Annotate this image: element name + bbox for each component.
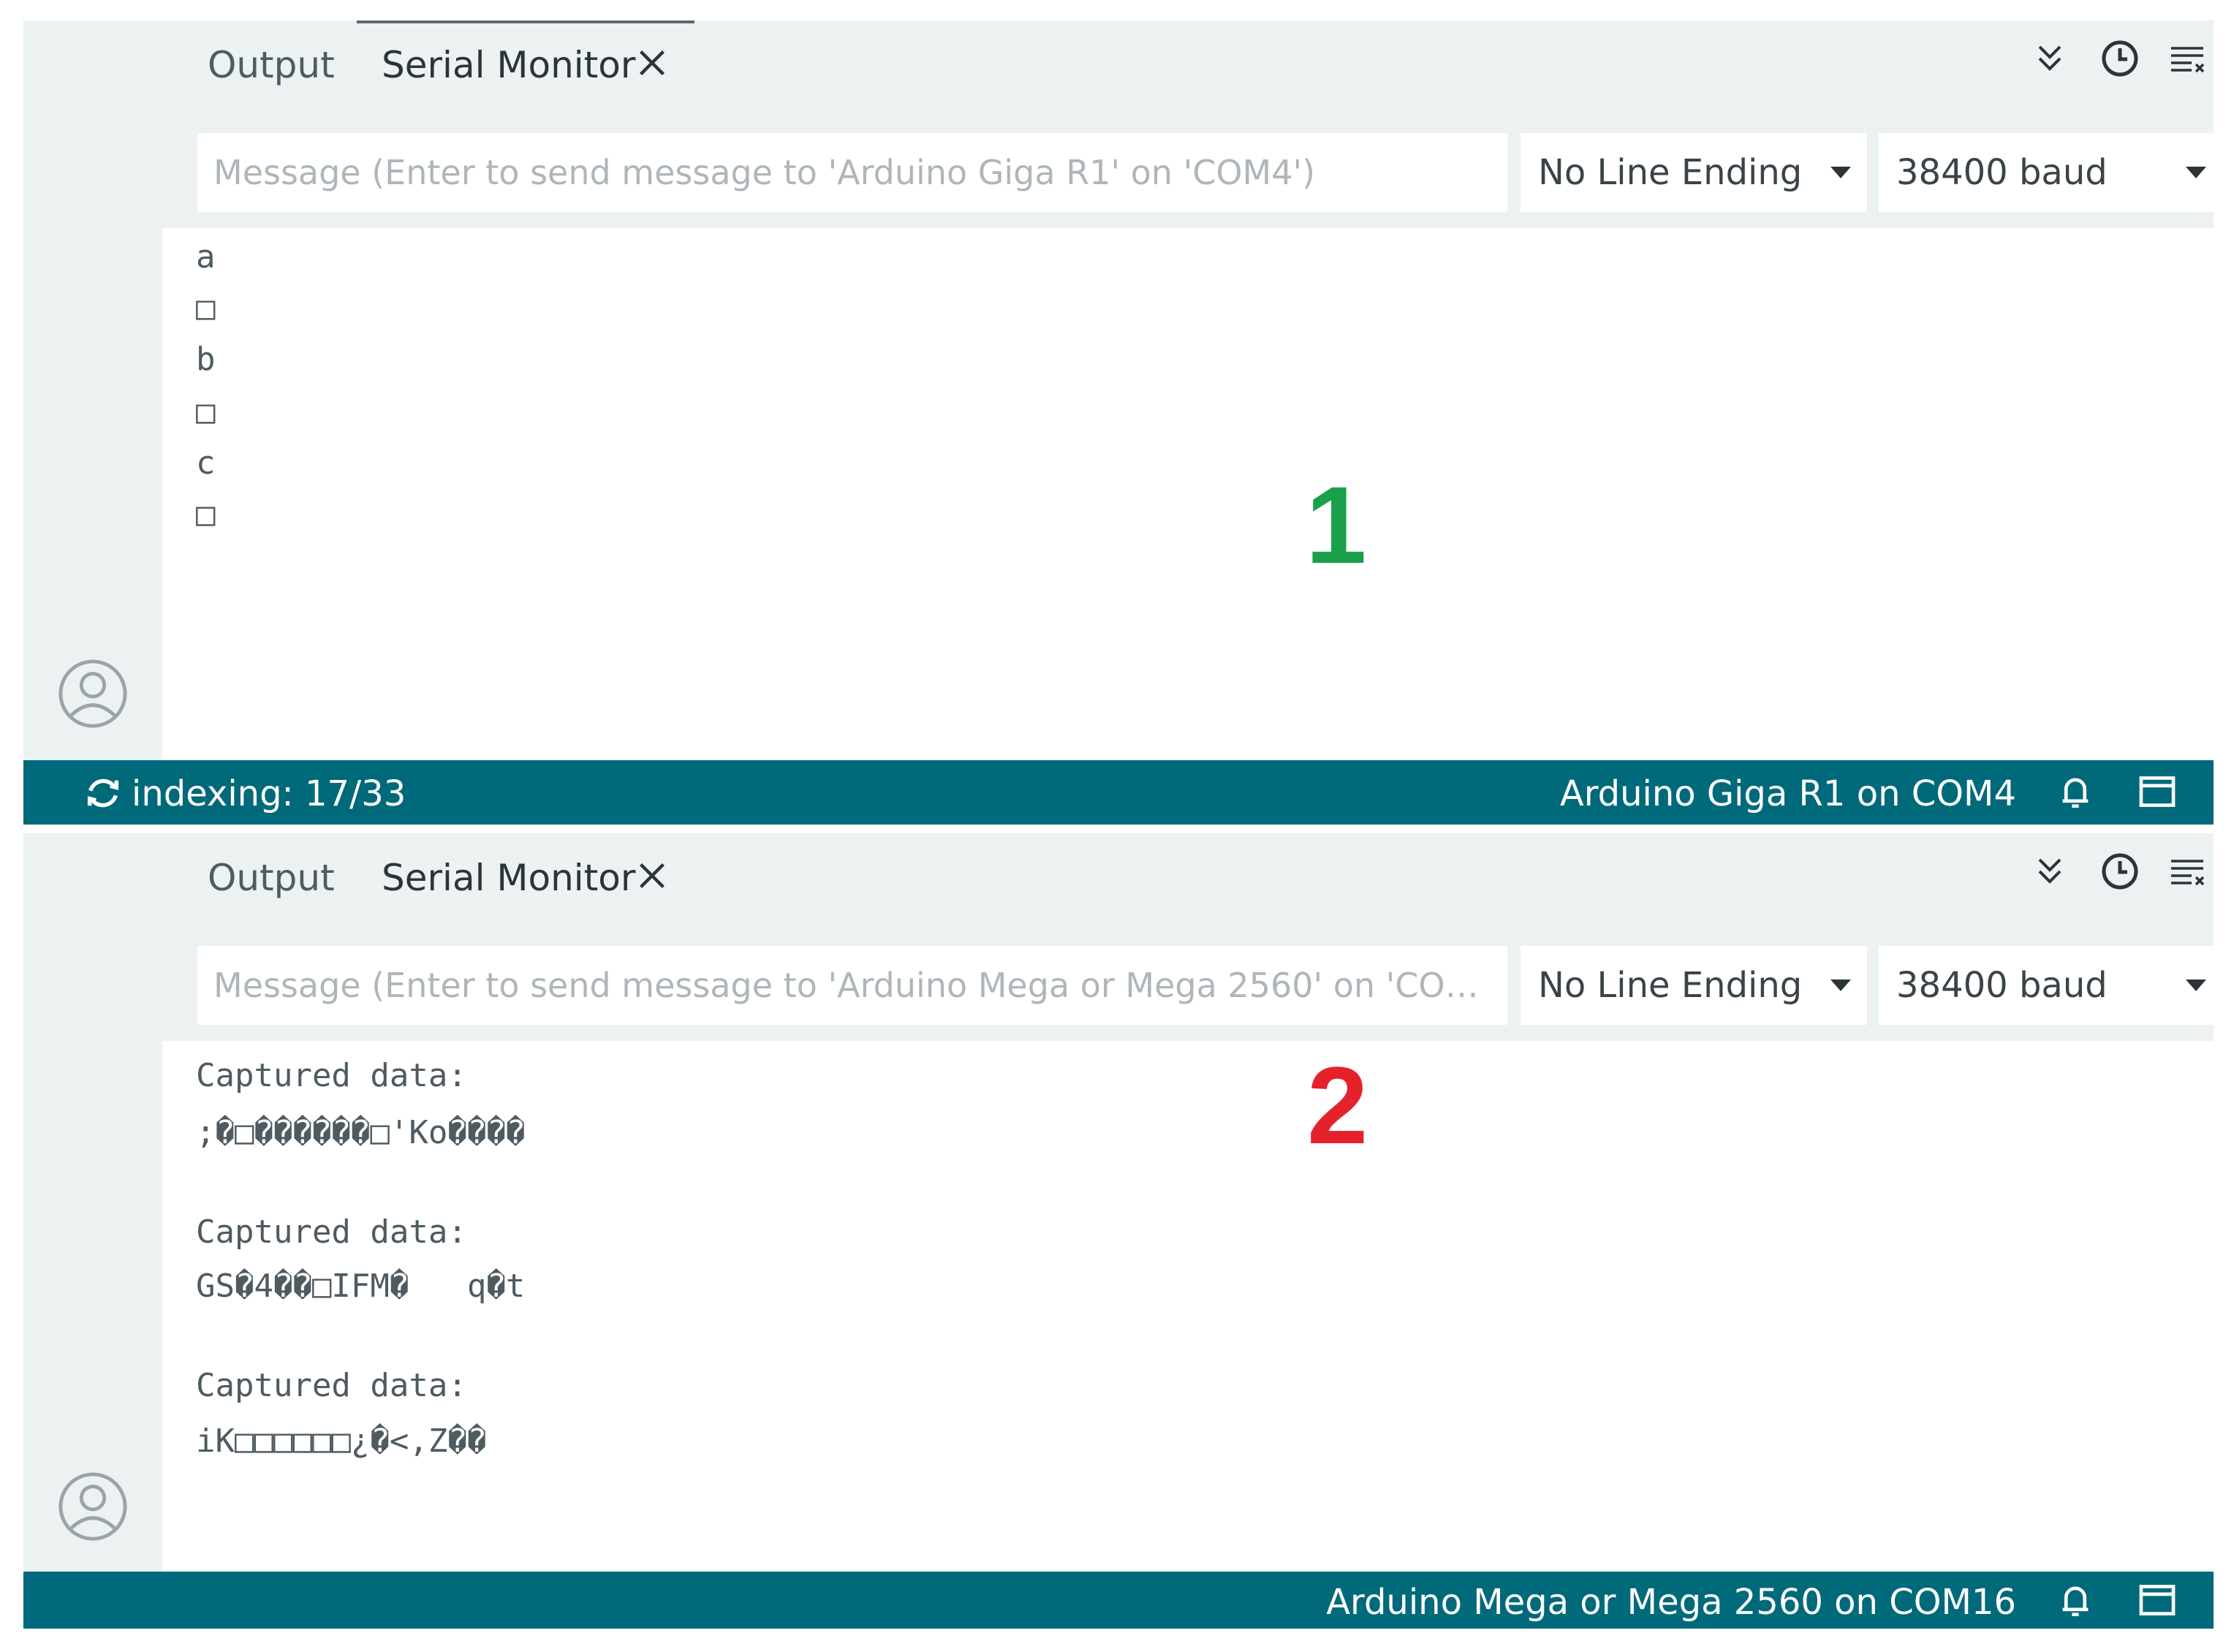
baud-rate-value: 38400 baud: [1896, 965, 2108, 1006]
clear-output-icon[interactable]: [2165, 37, 2209, 80]
panel-layout-icon[interactable]: [2136, 770, 2178, 813]
baud-rate-select[interactable]: 38400 baud: [1879, 946, 2222, 1025]
close-icon[interactable]: [636, 860, 668, 892]
serial-output[interactable]: a □ b □ c □ 1: [162, 228, 2214, 770]
tab-output[interactable]: Output: [208, 857, 335, 899]
message-input[interactable]: Message (Enter to send message to 'Ardui…: [197, 946, 1507, 1025]
output-line: □: [196, 393, 216, 431]
chevron-down-icon: [2186, 167, 2206, 178]
message-input[interactable]: Message (Enter to send message to 'Ardui…: [197, 133, 1507, 212]
message-row: Message (Enter to send message to 'Ardui…: [162, 108, 2222, 228]
annotation-label-1: 1: [1306, 463, 1367, 586]
timestamp-clock-icon[interactable]: [2098, 849, 2142, 893]
output-line: Captured data:: [196, 1213, 467, 1251]
scroll-down-icon[interactable]: [2028, 849, 2072, 893]
active-tab-indicator: [357, 20, 694, 23]
output-line: GS�4��□IFM� q�t: [196, 1268, 526, 1305]
board-port-status[interactable]: Arduino Mega or Mega 2560 on COM16: [1326, 1582, 2016, 1623]
serial-output[interactable]: Captured data: ;�□������□'Ko���� Capture…: [162, 1041, 2214, 1575]
sync-icon: [87, 778, 119, 808]
scroll-down-icon[interactable]: [2028, 37, 2072, 80]
chevron-down-icon: [1830, 167, 1851, 178]
activity-gutter: [23, 20, 162, 770]
clear-output-icon[interactable]: [2165, 849, 2209, 893]
output-line: □: [196, 496, 216, 533]
output-line: Captured data:: [196, 1367, 467, 1404]
chevron-down-icon: [2186, 980, 2206, 991]
line-ending-select[interactable]: No Line Ending: [1521, 133, 1867, 212]
line-ending-select[interactable]: No Line Ending: [1521, 946, 1867, 1025]
output-line: b: [196, 341, 216, 378]
output-line: c: [196, 444, 216, 482]
status-bar: Arduino Mega or Mega 2560 on COM16: [23, 1572, 2214, 1629]
close-icon[interactable]: [636, 47, 668, 79]
tab-serial-monitor[interactable]: Serial Monitor: [382, 44, 635, 86]
message-row: Message (Enter to send message to 'Ardui…: [162, 921, 2222, 1041]
baud-rate-select[interactable]: 38400 baud: [1879, 133, 2222, 212]
baud-rate-value: 38400 baud: [1896, 152, 2108, 193]
avatar-icon[interactable]: [57, 658, 129, 730]
output-line: a: [196, 238, 216, 276]
serial-monitor-panel-2: Output Serial Monitor Message (Enter to …: [23, 833, 2222, 1629]
line-ending-value: No Line Ending: [1538, 965, 1803, 1006]
panel-layout-icon[interactable]: [2136, 1579, 2178, 1621]
output-line: Captured data:: [196, 1057, 467, 1094]
output-line: □: [196, 289, 216, 327]
output-line: iK□□□□□□¿�<,Z��: [196, 1422, 487, 1460]
tab-serial-monitor[interactable]: Serial Monitor: [382, 857, 635, 899]
annotation-label-2: 2: [1307, 1044, 1368, 1167]
bell-icon[interactable]: [2054, 1579, 2097, 1621]
chevron-down-icon: [1830, 980, 1851, 991]
activity-gutter: [23, 833, 162, 1575]
bell-icon[interactable]: [2054, 770, 2097, 813]
board-port-status[interactable]: Arduino Giga R1 on COM4: [1560, 773, 2016, 814]
avatar-icon[interactable]: [57, 1471, 129, 1542]
output-line: ;�□������□'Ko����: [196, 1114, 526, 1151]
panel-tabbar: Output Serial Monitor: [162, 20, 2214, 108]
timestamp-clock-icon[interactable]: [2098, 37, 2142, 80]
line-ending-value: No Line Ending: [1538, 152, 1803, 193]
serial-monitor-panel-1: Output Serial Monitor Message (Enter to …: [23, 20, 2222, 825]
indexing-status: indexing: 17/33: [132, 773, 406, 814]
tab-output[interactable]: Output: [208, 44, 335, 86]
panel-tabbar: Output Serial Monitor: [162, 833, 2214, 921]
status-bar: indexing: 17/33 Arduino Giga R1 on COM4: [23, 760, 2214, 825]
